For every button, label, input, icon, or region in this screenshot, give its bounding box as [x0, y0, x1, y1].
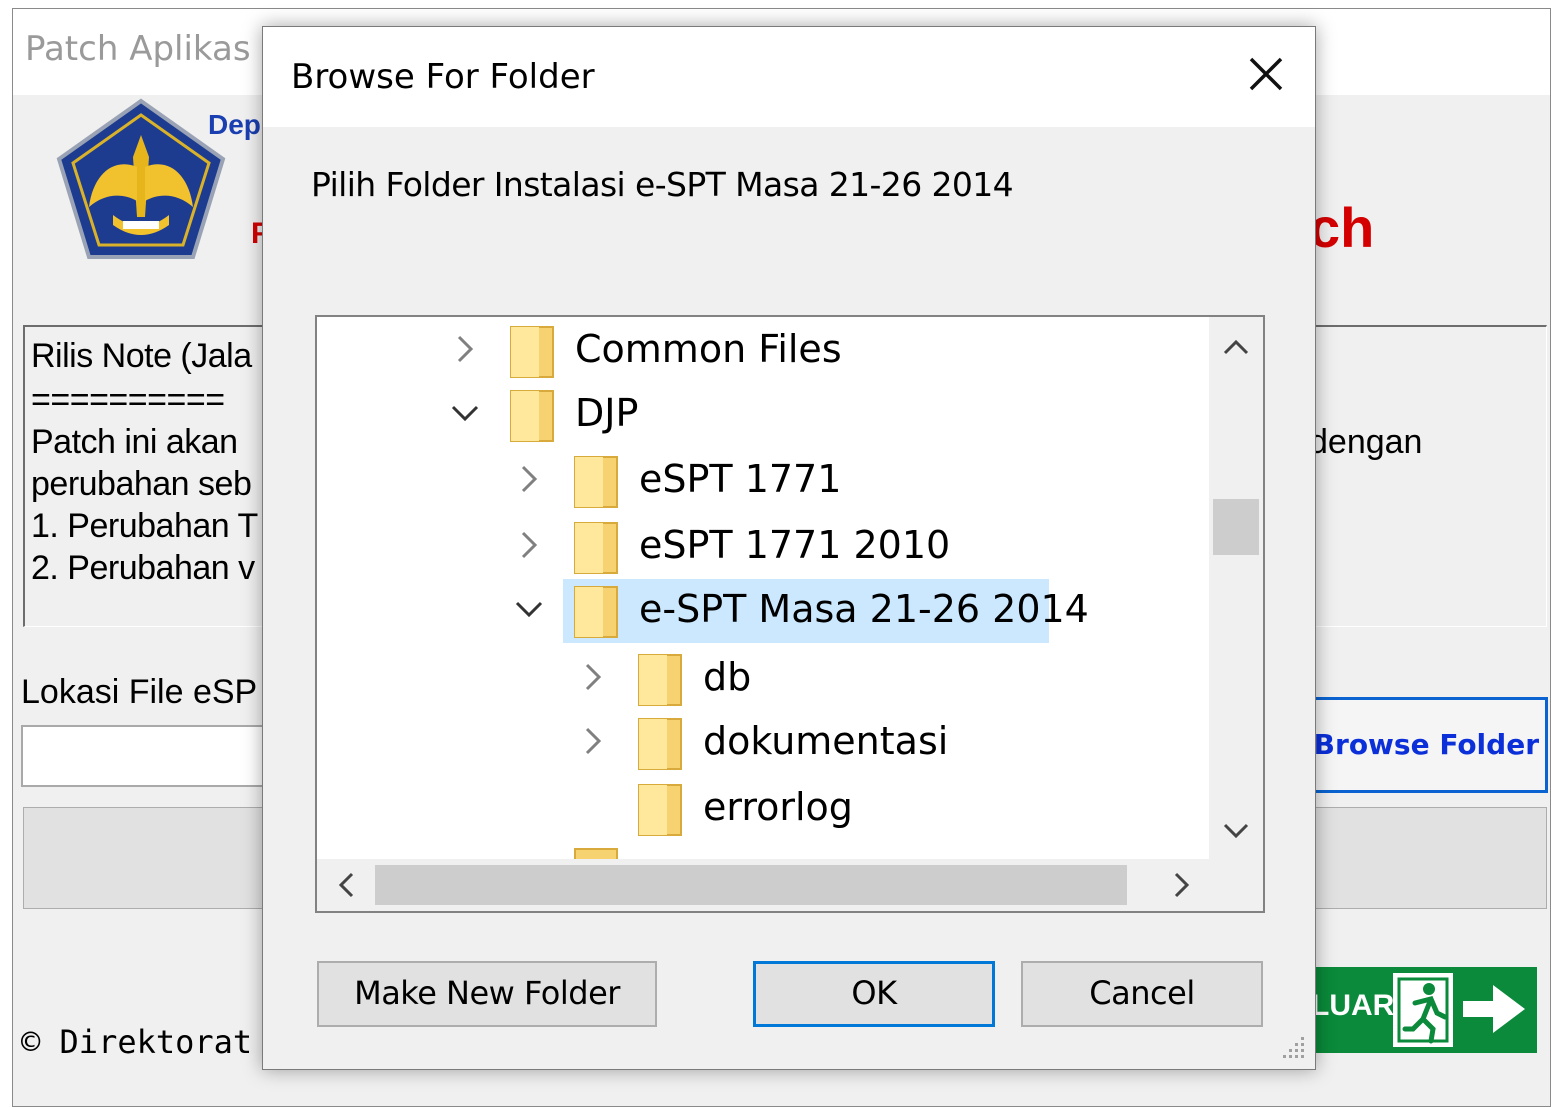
browse-folder-button[interactable]: Browse Folder	[1305, 697, 1548, 793]
tree-item-label: dokumentasi	[703, 719, 949, 763]
resize-grip-icon[interactable]	[1277, 1031, 1307, 1061]
folder-icon	[574, 456, 618, 508]
header-title-fragment-right: ch	[1309, 196, 1375, 259]
ministry-logo	[56, 98, 226, 259]
scroll-down-icon[interactable]	[1219, 813, 1253, 847]
cancel-button[interactable]: Cancel	[1021, 961, 1263, 1027]
ministry-name-fragment: Dep	[208, 109, 261, 140]
chevron-right-icon[interactable]	[447, 331, 483, 367]
tree-item-label: e-SPT Masa 21-26 2014	[639, 587, 1089, 631]
tree-item-espt-masa-21-26-2014[interactable]: e-SPT Masa 21-26 2014	[317, 579, 1207, 643]
chevron-right-icon[interactable]	[511, 527, 547, 563]
app-title: Patch Aplikas	[25, 29, 251, 69]
copyright-text: © Direktorat	[21, 1023, 253, 1061]
horizontal-scrollbar[interactable]	[317, 859, 1263, 911]
dialog-title: Browse For Folder	[291, 57, 595, 97]
chevron-down-icon[interactable]	[511, 591, 547, 627]
exit-button-label: LUAR	[1311, 989, 1395, 1022]
folder-icon	[510, 390, 554, 442]
folder-icon	[638, 718, 682, 770]
release-note-line: perubahan seb	[31, 465, 252, 503]
tree-item-label: db	[703, 655, 752, 699]
tree-item-dokumentasi[interactable]: dokumentasi	[317, 711, 1207, 773]
vertical-scrollbar[interactable]	[1209, 317, 1263, 859]
tree-item-espt-1771[interactable]: eSPT 1771	[317, 449, 1207, 511]
exit-button[interactable]: LUAR	[1309, 967, 1537, 1053]
folder-icon	[510, 326, 554, 378]
tree-item-espt-1771-2010[interactable]: eSPT 1771 2010	[317, 515, 1207, 577]
tree-item-common-files[interactable]: Common Files	[317, 319, 1207, 381]
tree-item-label: DJP	[575, 391, 639, 435]
chevron-right-icon[interactable]	[575, 723, 611, 759]
dialog-description: Pilih Folder Instalasi e-SPT Masa 21-26 …	[311, 165, 1014, 204]
scroll-up-icon[interactable]	[1219, 331, 1253, 365]
scrollbar-corner	[1209, 859, 1263, 911]
release-note-line: 1. Perubahan T	[31, 507, 258, 545]
folder-icon	[574, 848, 618, 859]
release-note-line: ==========	[31, 381, 225, 419]
tree-item-label: eSPT 1771	[639, 457, 842, 501]
tree-item-label: eSPT 1771 2010	[639, 523, 951, 567]
chevron-right-icon[interactable]	[511, 461, 547, 497]
folder-icon	[574, 586, 618, 638]
running-man-icon	[1393, 973, 1453, 1047]
folder-icon	[638, 654, 682, 706]
tree-item-djp[interactable]: DJP	[317, 383, 1207, 445]
tree-item-errorlog[interactable]: errorlog	[317, 777, 1207, 839]
vertical-scroll-thumb[interactable]	[1213, 499, 1259, 555]
release-note-line: Patch ini akan	[31, 423, 238, 461]
chevron-right-icon[interactable]	[575, 659, 611, 695]
dialog-titlebar: Browse For Folder	[263, 27, 1315, 127]
ok-button[interactable]: OK	[753, 961, 995, 1027]
release-note-fragment-right: dengan	[1309, 423, 1423, 461]
horizontal-scroll-thumb[interactable]	[375, 865, 1127, 905]
release-note-line: Rilis Note (Jala	[31, 337, 252, 375]
folder-icon	[638, 784, 682, 836]
folder-icon	[574, 522, 618, 574]
tree-item-db[interactable]: db	[317, 647, 1207, 709]
chevron-down-icon[interactable]	[447, 395, 483, 431]
browse-for-folder-dialog: Browse For Folder Pilih Folder Instalasi…	[262, 26, 1316, 1070]
folder-tree[interactable]: Common Files DJP eSPT 1771 eSPT 1771 201…	[315, 315, 1265, 913]
close-icon[interactable]	[1231, 43, 1301, 107]
scroll-right-icon[interactable]	[1163, 867, 1199, 903]
make-new-folder-button[interactable]: Make New Folder	[317, 961, 657, 1027]
scroll-left-icon[interactable]	[329, 867, 365, 903]
tree-item-label: Common Files	[575, 327, 842, 371]
exit-arrow-icon	[1463, 985, 1525, 1033]
location-label: Lokasi File eSP	[21, 673, 258, 711]
release-note-line: 2. Perubahan v	[31, 549, 255, 587]
tree-item-partial	[317, 845, 1207, 859]
tree-item-label: errorlog	[703, 785, 853, 829]
